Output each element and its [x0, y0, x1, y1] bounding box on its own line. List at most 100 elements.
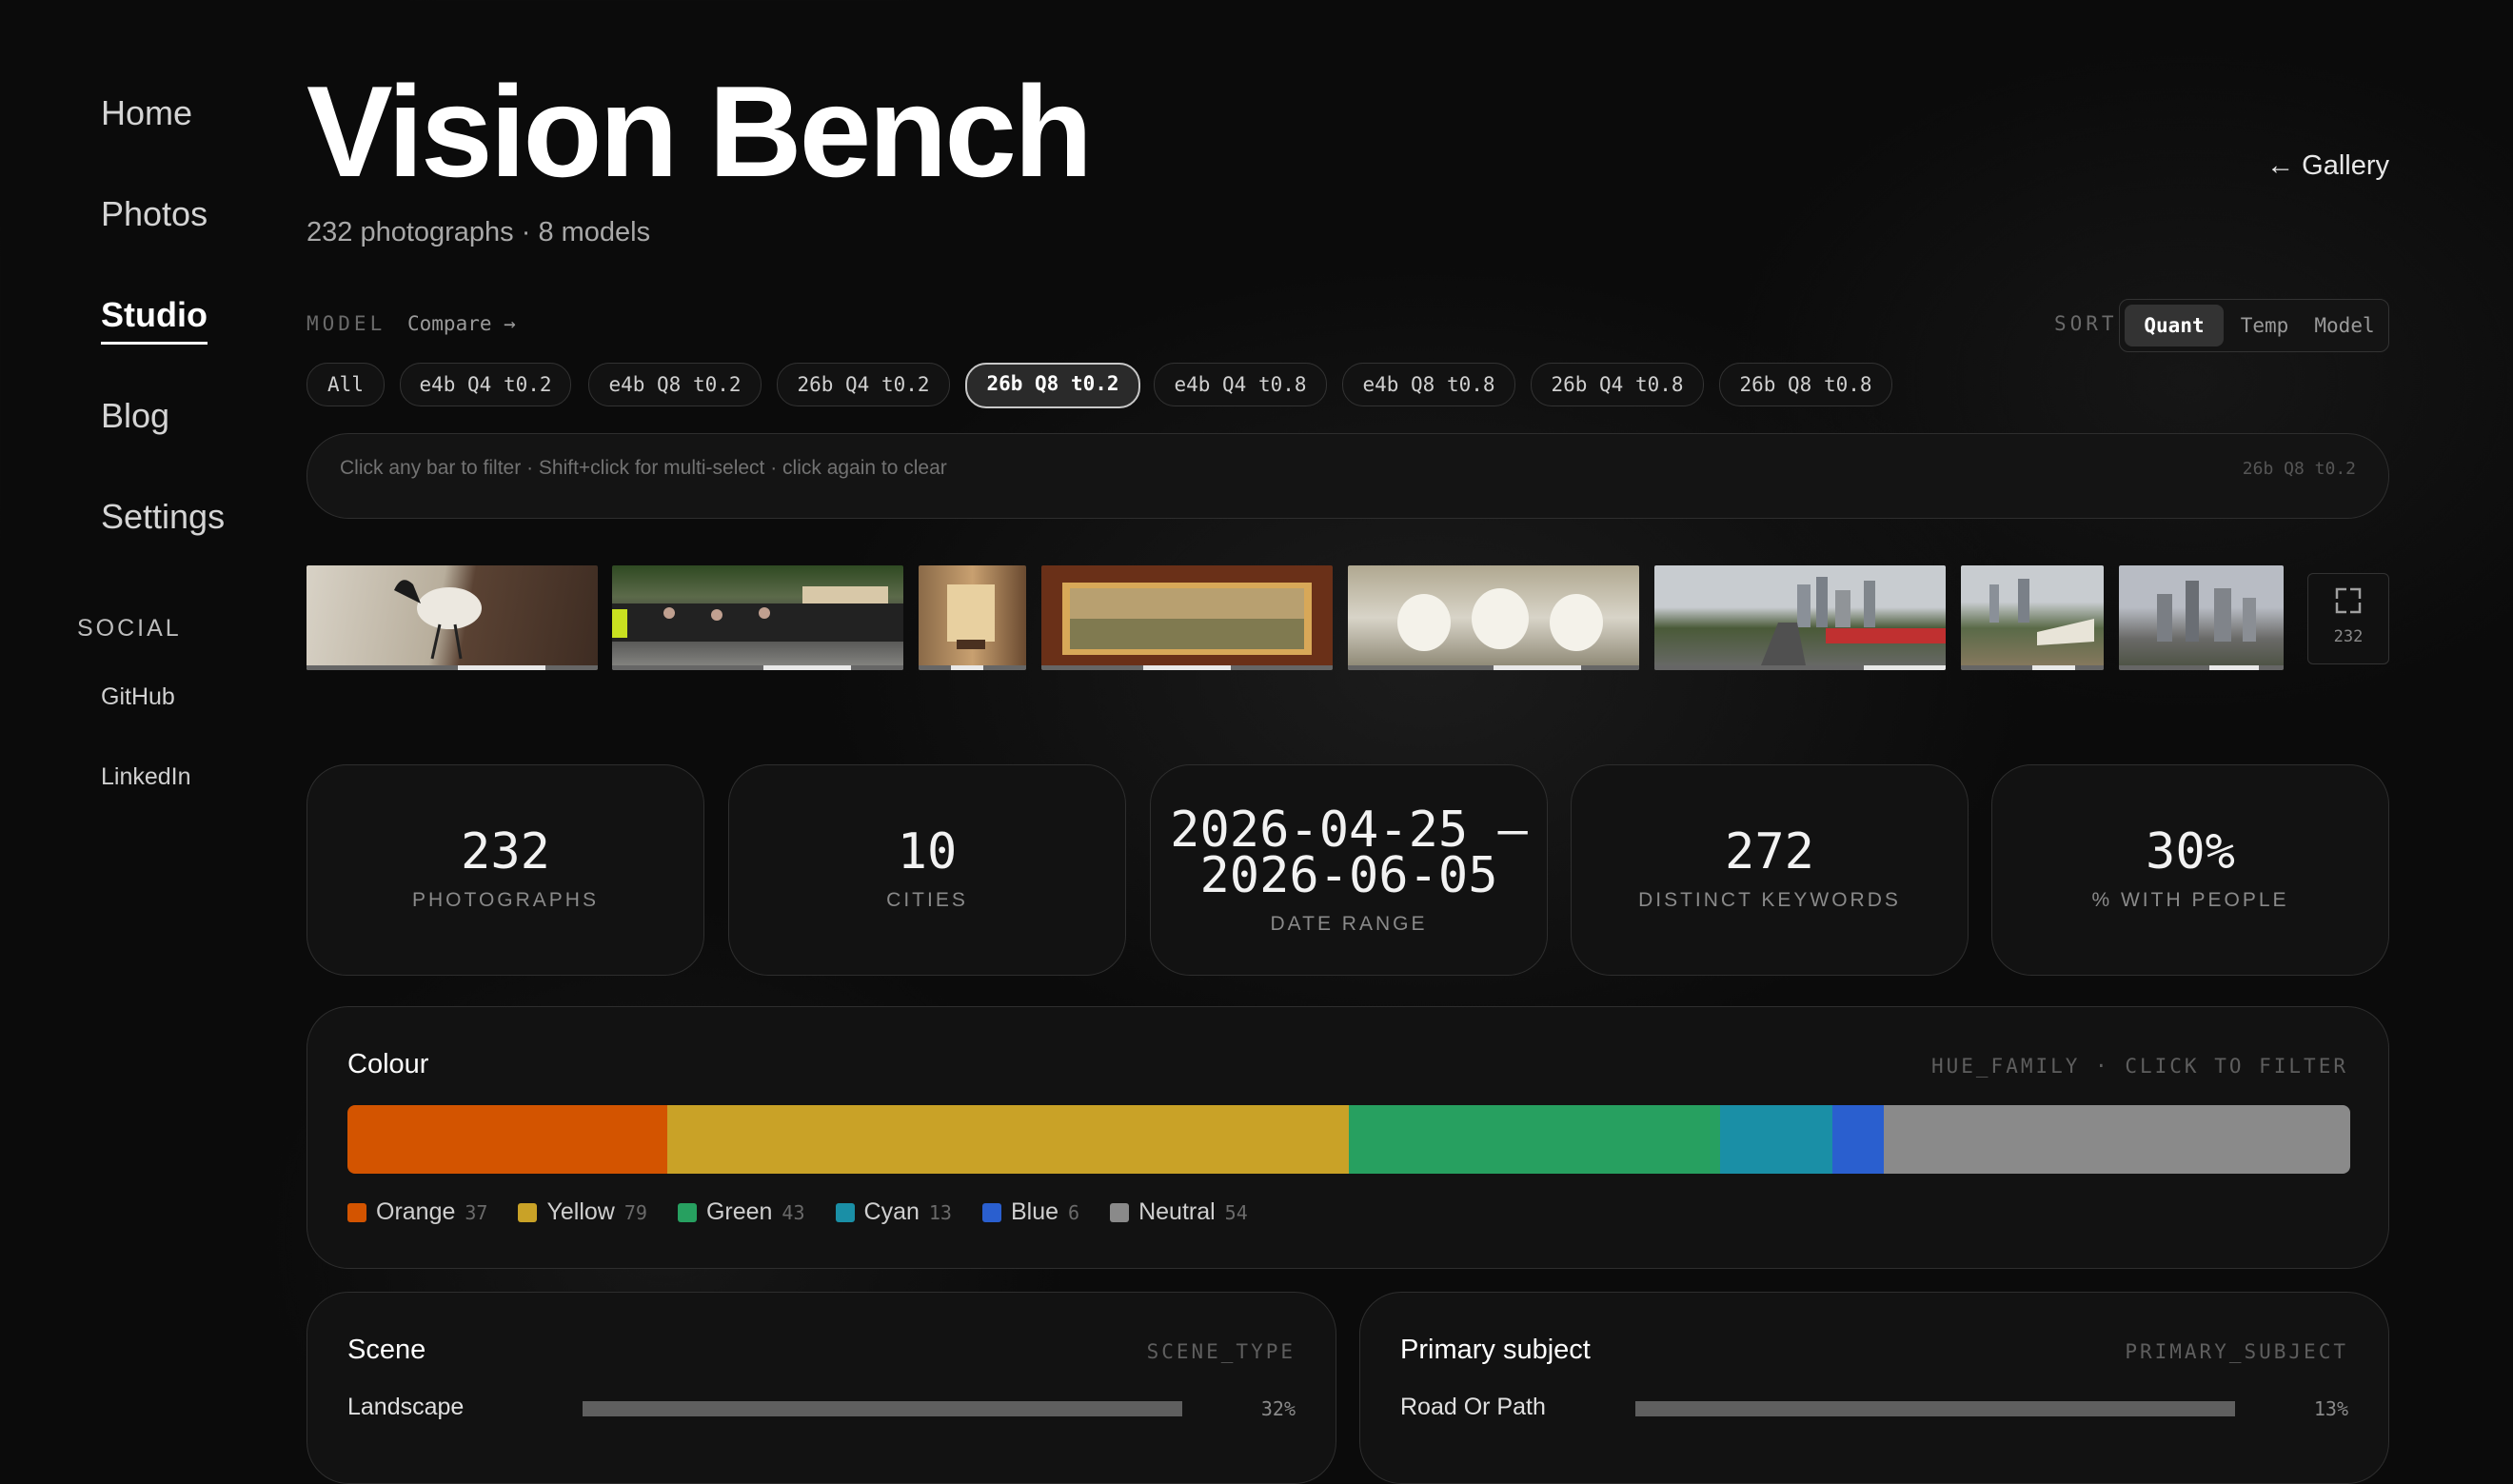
panel-title: Scene	[347, 1335, 426, 1365]
thumbnail-score-bar	[919, 665, 1026, 670]
active-model-indicator: 26b Q8 t0.2	[2242, 459, 2356, 479]
legend-item-neutral[interactable]: Neutral 54	[1110, 1198, 1248, 1226]
legend-label: Yellow	[546, 1198, 615, 1225]
sort-temp-button[interactable]: Temp	[2226, 305, 2303, 346]
thumbnail[interactable]	[1041, 565, 1333, 670]
sort-model-button[interactable]: Model	[2305, 305, 2384, 346]
stat-card-date-range: 2026-04-25 – 2026-06-05 DATE RANGE	[1150, 764, 1548, 976]
thumbnail-score-fill	[950, 665, 983, 670]
page-subtitle: 232 photographs · 8 models	[307, 217, 651, 247]
stat-value: 30%	[2146, 823, 2235, 881]
bar-row-percent: 32%	[1260, 1397, 1296, 1420]
expand-gallery-button[interactable]: 232	[2307, 573, 2389, 664]
colour-panel: Colour HUE_FAMILY · CLICK TO FILTER Oran…	[307, 1006, 2389, 1269]
legend-label: Orange	[376, 1198, 456, 1225]
filter-hint-bar: Click any bar to filter · Shift+click fo…	[307, 433, 2389, 519]
legend-swatch	[677, 1202, 697, 1222]
stat-value: 232	[461, 823, 550, 881]
hue-segment-neutral[interactable]	[1884, 1105, 2350, 1174]
legend-label: Neutral	[1138, 1198, 1216, 1225]
sidebar: Home Photos Studio Blog Settings SOCIAL …	[0, 0, 286, 1415]
thumbnail-score-fill	[458, 665, 545, 670]
filter-hint-text: Click any bar to filter · Shift+click fo…	[340, 457, 947, 479]
model-chip[interactable]: e4b Q4 t0.2	[400, 363, 571, 406]
legend-item-green[interactable]: Green 43	[677, 1198, 805, 1226]
thumbnail-image	[1397, 588, 1603, 651]
thumbnail-score-fill	[2032, 665, 2075, 670]
stat-label: CITIES	[886, 889, 968, 911]
primary-subject-panel: Primary subject PRIMARY_SUBJECT Road Or …	[1359, 1292, 2389, 1484]
nav-blog[interactable]: Blog	[101, 396, 169, 436]
legend-item-cyan[interactable]: Cyan 13	[835, 1198, 952, 1226]
legend-label: Green	[705, 1198, 773, 1225]
panel-tag: HUE_FAMILY · CLICK TO FILTER	[1930, 1055, 2348, 1078]
legend-label: Blue	[1010, 1198, 1059, 1225]
thumbnail-score-fill	[2209, 665, 2260, 670]
panel-tag: PRIMARY_SUBJECT	[2125, 1340, 2348, 1363]
stat-card-cities: 10 CITIES	[728, 764, 1126, 976]
photo-count: 232	[2333, 627, 2364, 646]
legend-item-yellow[interactable]: Yellow 79	[518, 1198, 647, 1226]
hue-segment-orange[interactable]	[347, 1105, 667, 1174]
legend-count: 37	[465, 1200, 488, 1224]
stat-label: DATE RANGE	[1270, 913, 1428, 935]
github-link[interactable]: GitHub	[101, 683, 175, 711]
model-chip[interactable]: 26b Q4 t0.2	[777, 363, 950, 406]
thumbnail[interactable]	[307, 565, 598, 670]
nav-photos[interactable]: Photos	[101, 194, 208, 234]
thumbnail-score-bar	[307, 665, 598, 670]
stat-card-photographs: 232 PHOTOGRAPHS	[307, 764, 704, 976]
stat-card-people: 30% % WITH PEOPLE	[1991, 764, 2389, 976]
thumbnail-image	[2157, 581, 2256, 642]
thumbnail-score-bar	[1654, 665, 1946, 670]
stat-label: % WITH PEOPLE	[2091, 889, 2289, 911]
legend-swatch	[1110, 1202, 1130, 1222]
thumbnail[interactable]	[1654, 565, 1946, 670]
nav-studio[interactable]: Studio	[101, 295, 208, 345]
sort-toggle-group: Quant Temp Model	[2119, 299, 2389, 352]
hue-segment-yellow[interactable]	[666, 1105, 1349, 1174]
thumbnail[interactable]	[1961, 565, 2104, 670]
linkedin-link[interactable]: LinkedIn	[101, 763, 191, 791]
model-chip[interactable]: e4b Q8 t0.8	[1342, 363, 1515, 406]
model-chip-all[interactable]: All	[307, 363, 385, 406]
thumbnail-score-bar	[612, 665, 903, 670]
stat-value-line2: 2026-06-05	[1199, 847, 1498, 904]
colour-legend: Orange 37 Yellow 79 Green 43 Cyan 13 Blue 6 Neutra…	[347, 1198, 1248, 1226]
model-chip[interactable]: 26b Q4 t0.8	[1531, 363, 1704, 406]
hue-segment-blue[interactable]	[1831, 1105, 1885, 1174]
legend-swatch	[518, 1202, 538, 1222]
legend-item-orange[interactable]: Orange 37	[347, 1198, 487, 1226]
legend-item-blue[interactable]: Blue 6	[981, 1198, 1079, 1226]
model-chip[interactable]: 26b Q8 t0.8	[1719, 363, 1892, 406]
thumbnail[interactable]	[2119, 565, 2284, 670]
compare-link[interactable]: Compare →	[407, 312, 516, 335]
model-chip[interactable]: e4b Q8 t0.2	[588, 363, 762, 406]
back-to-gallery-link[interactable]: ← Gallery	[2266, 150, 2389, 182]
model-chip-selected[interactable]: 26b Q8 t0.2	[965, 363, 1140, 408]
active-underline	[101, 342, 208, 345]
stat-value: 10	[897, 823, 958, 881]
stat-label: DISTINCT KEYWORDS	[1638, 889, 1901, 911]
legend-swatch	[347, 1202, 366, 1222]
stat-label: PHOTOGRAPHS	[412, 889, 599, 911]
sort-quant-button[interactable]: Quant	[2125, 305, 2224, 346]
thumbnail[interactable]	[612, 565, 903, 670]
nav-settings[interactable]: Settings	[101, 497, 225, 537]
thumbnail[interactable]	[919, 565, 1026, 670]
social-heading: SOCIAL	[77, 615, 182, 642]
thumbnail[interactable]	[1348, 565, 1639, 670]
hue-segment-green[interactable]	[1348, 1105, 1720, 1174]
panel-title: Colour	[347, 1049, 429, 1079]
page-title: Vision Bench	[307, 59, 1093, 204]
nav-home[interactable]: Home	[101, 93, 192, 133]
model-chip[interactable]: e4b Q4 t0.8	[1154, 363, 1327, 406]
thumbnail-score-bar	[1348, 665, 1639, 670]
thumbnail-score-fill	[1143, 665, 1231, 670]
hue-segment-cyan[interactable]	[1719, 1105, 1832, 1174]
bar-row-label[interactable]: Road Or Path	[1400, 1394, 1546, 1421]
legend-count: 43	[782, 1200, 805, 1224]
bar-row-label[interactable]: Landscape	[347, 1394, 464, 1421]
thumbnail-score-fill	[1494, 665, 1581, 670]
thumbnail-image	[1989, 579, 2094, 645]
